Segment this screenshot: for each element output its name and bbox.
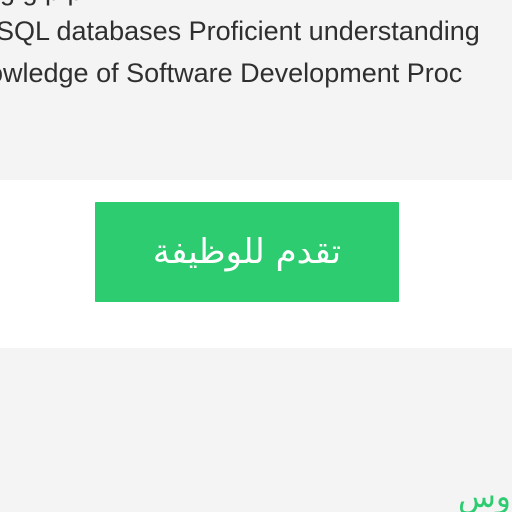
footer-link-fragment[interactable]: وس	[458, 475, 511, 512]
job-description: g g p p SQL databases Proficient underst…	[0, 0, 512, 160]
job-page: g g p p SQL databases Proficient underst…	[0, 0, 512, 512]
apply-section: تقدم للوظيفة	[0, 180, 512, 348]
job-description-line: SQL databases Proficient understanding	[0, 16, 480, 46]
job-description-line: owledge of Software Development Proc	[0, 58, 463, 88]
apply-for-job-button[interactable]: تقدم للوظيفة	[95, 202, 399, 302]
